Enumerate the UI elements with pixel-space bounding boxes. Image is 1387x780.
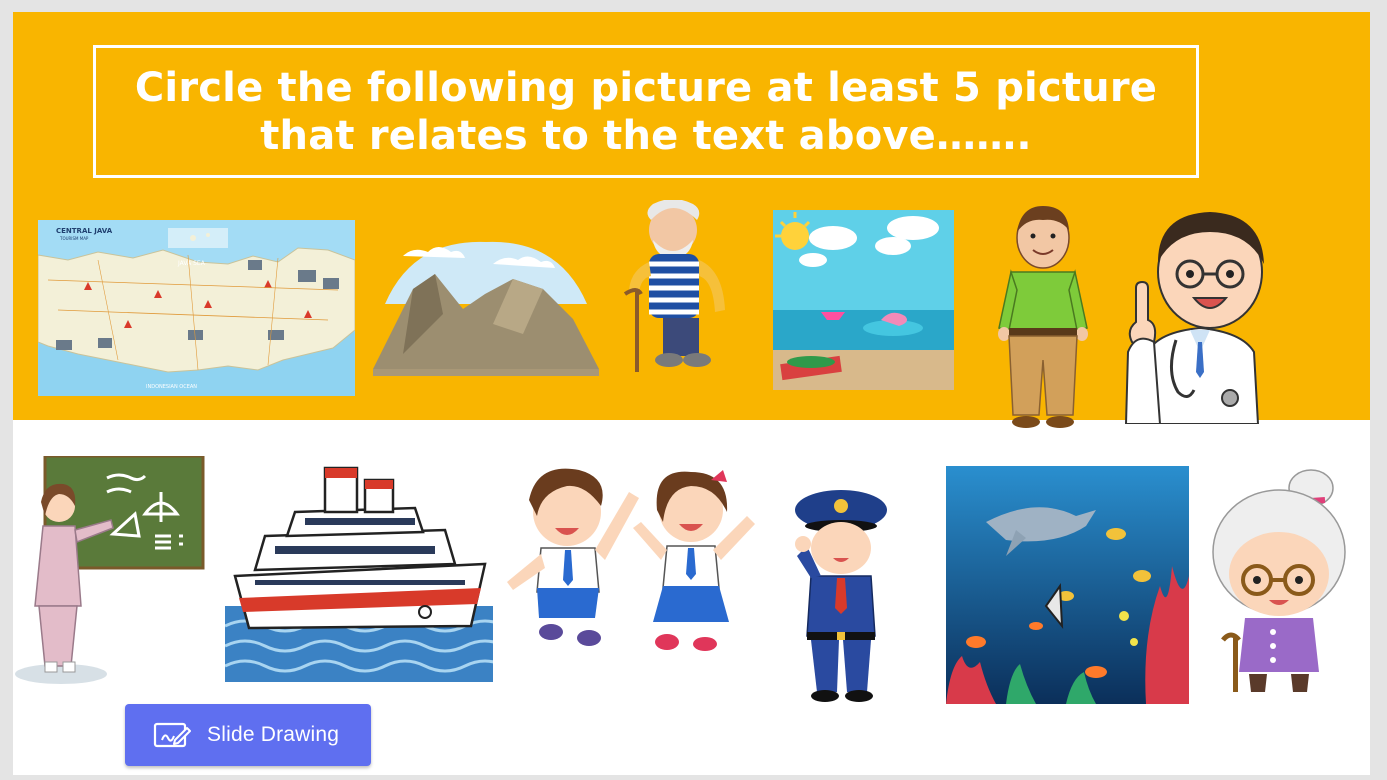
slide-drawing-button[interactable]: Slide Drawing [125,704,371,766]
police-officer-image[interactable] [793,486,891,704]
slide-title-line-1: Circle the following picture at least 5 … [134,64,1158,111]
slide-title-line-2: that relates to the text above……. [260,112,1032,159]
school-children-image[interactable] [501,462,757,652]
pen-drawing-icon [153,720,191,750]
map-title-text: CENTRAL JAVA [56,227,113,235]
underwater-sea-life-image[interactable] [946,466,1189,704]
cruise-ship-image[interactable] [225,466,493,682]
doctor-image[interactable] [1118,202,1283,424]
presentation-slide: Circle the following picture at least 5 … [13,12,1370,775]
slide-title-box: Circle the following picture at least 5 … [93,45,1199,178]
slide-drawing-label: Slide Drawing [207,723,340,746]
old-man-image[interactable] [613,200,743,375]
beach-scene-image[interactable] [773,210,954,390]
map-sea-label: JAVA SEA [177,260,206,267]
grandmother-image[interactable] [1201,468,1353,692]
man-in-green-shirt-image[interactable] [993,200,1093,435]
map-ocean-label: INDONESIAN OCEAN [146,384,197,390]
mountain-image[interactable] [373,234,599,376]
teacher-at-chalkboard-image[interactable] [15,456,207,688]
central-java-map-image[interactable]: CENTRAL JAVA TOURISM MAP JAVA SEA INDONE… [38,220,355,396]
map-subtitle-text: TOURISM MAP [59,236,89,241]
